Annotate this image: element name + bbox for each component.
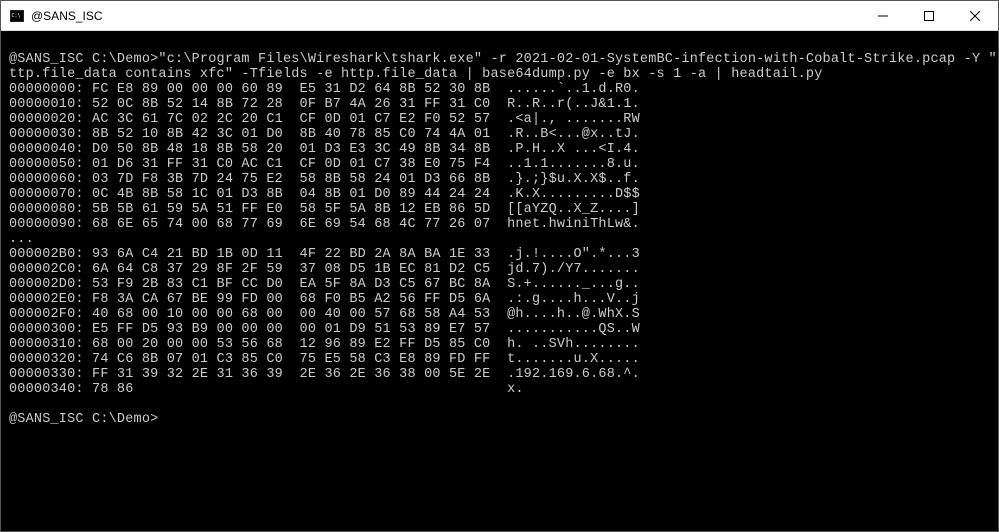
svg-text:C:\: C:\ xyxy=(12,13,21,19)
terminal-window: C:\ @SANS_ISC @SANS_ISC C:\Demo>"c:\Prog… xyxy=(0,0,999,532)
window-title: @SANS_ISC xyxy=(31,9,103,23)
maximize-button[interactable] xyxy=(906,1,952,30)
minimize-button[interactable] xyxy=(860,1,906,30)
cmd-icon: C:\ xyxy=(9,8,25,24)
window-controls xyxy=(860,1,998,30)
titlebar-left: C:\ @SANS_ISC xyxy=(1,8,103,24)
titlebar: C:\ @SANS_ISC xyxy=(1,1,998,31)
close-button[interactable] xyxy=(952,1,998,30)
terminal-content[interactable]: @SANS_ISC C:\Demo>"c:\Program Files\Wire… xyxy=(1,31,998,531)
